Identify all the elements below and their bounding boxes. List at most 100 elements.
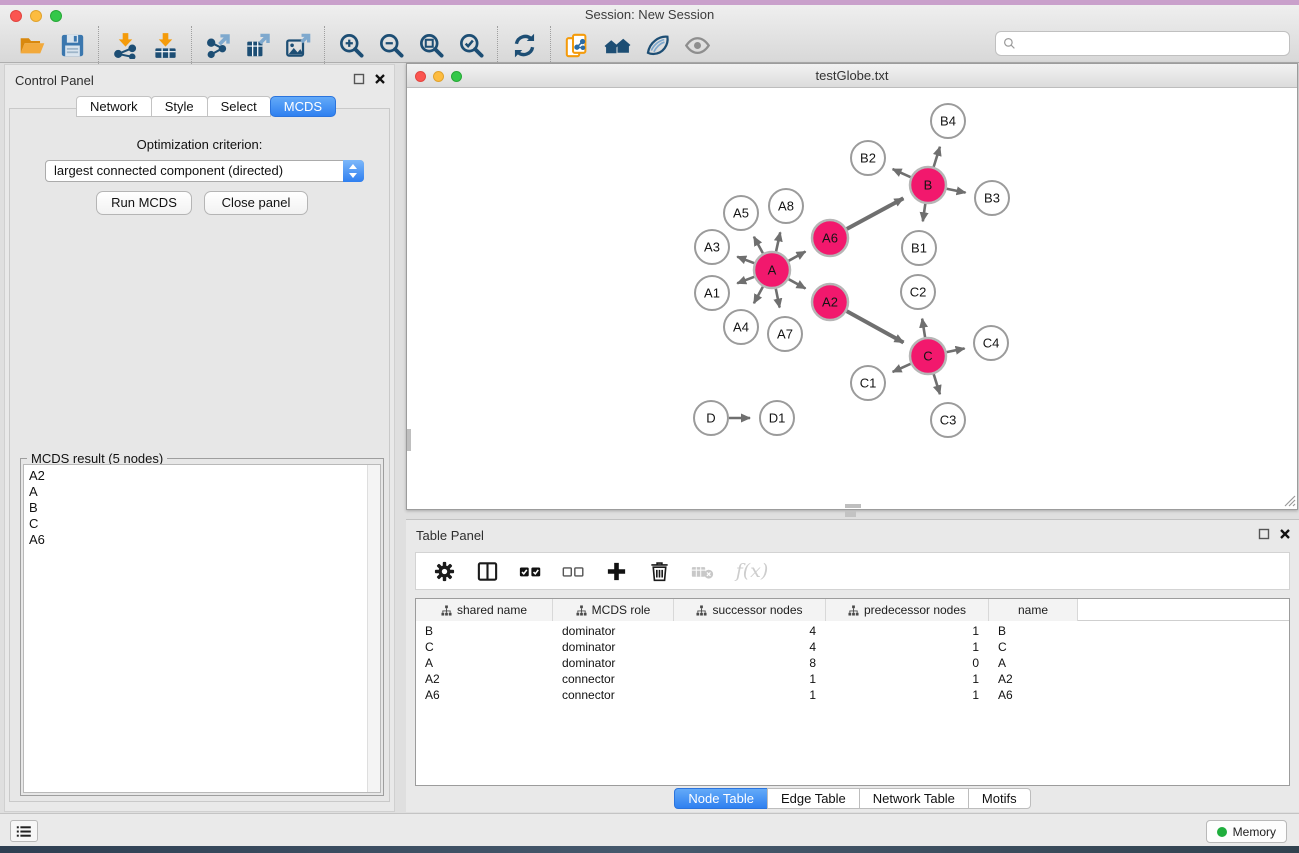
tab-motifs[interactable]: Motifs [968, 788, 1031, 809]
home-icon[interactable] [597, 28, 637, 62]
column-header-mcds-role[interactable]: MCDS role [553, 599, 674, 621]
resize-grip-icon[interactable] [1282, 493, 1296, 507]
column-browser-icon[interactable] [473, 557, 501, 585]
table-cell[interactable]: connector [553, 687, 674, 703]
float-panel-icon[interactable] [353, 73, 365, 88]
edge-C-C1[interactable] [893, 364, 911, 372]
zoom-in-icon[interactable] [331, 28, 371, 62]
edge-A2-C[interactable] [847, 311, 904, 342]
edge-A-A4[interactable] [754, 287, 763, 304]
search-field[interactable] [995, 31, 1290, 56]
table-cell[interactable]: C [989, 639, 1078, 655]
table-cell[interactable]: dominator [553, 639, 674, 655]
column-header-predecessor-nodes[interactable]: predecessor nodes [826, 599, 989, 621]
import-table-icon[interactable] [145, 28, 185, 62]
tab-network[interactable]: Network [76, 96, 152, 117]
table-cell[interactable]: A [416, 655, 553, 671]
result-list-scrollbar[interactable] [367, 465, 380, 792]
close-table-panel-icon[interactable] [1279, 528, 1291, 543]
settings-gear-icon[interactable] [430, 557, 458, 585]
result-item[interactable]: A6 [24, 532, 380, 548]
save-session-icon[interactable] [52, 28, 92, 62]
close-panel-icon[interactable] [374, 73, 386, 88]
refresh-icon[interactable] [504, 28, 544, 62]
edge-C-C3[interactable] [934, 374, 940, 394]
table-cell[interactable]: B [989, 623, 1078, 639]
birds-eye-view-icon[interactable] [677, 28, 717, 62]
table-cell[interactable]: 1 [826, 623, 989, 639]
table-cell[interactable]: A [989, 655, 1078, 671]
edge-A-A5[interactable] [754, 237, 763, 254]
export-table-icon[interactable] [238, 28, 278, 62]
hide-graphics-details-icon[interactable] [637, 28, 677, 62]
table-cell[interactable]: dominator [553, 655, 674, 671]
edge-C-C4[interactable] [947, 348, 965, 352]
criterion-select[interactable]: largest connected component (directed) [45, 160, 364, 182]
float-table-panel-icon[interactable] [1258, 528, 1270, 543]
mcds-result-list[interactable]: A2ABCA6 [23, 464, 381, 793]
edge-C-C2[interactable] [922, 319, 925, 338]
edge-A-A3[interactable] [737, 257, 754, 264]
table-cell[interactable]: A2 [416, 671, 553, 687]
table-cell[interactable]: 4 [674, 639, 826, 655]
tab-edge-table[interactable]: Edge Table [767, 788, 860, 809]
tab-select[interactable]: Select [207, 96, 271, 117]
result-item[interactable]: A [24, 484, 380, 500]
result-item[interactable]: A2 [24, 468, 380, 484]
table-row[interactable]: Adominator80A [416, 655, 1289, 671]
edge-B-B1[interactable] [923, 204, 925, 221]
network-window-titlebar[interactable]: testGlobe.txt [407, 64, 1297, 88]
search-input[interactable] [1017, 34, 1289, 54]
select-all-icon[interactable] [516, 557, 544, 585]
table-cell[interactable]: dominator [553, 623, 674, 639]
table-row[interactable]: Bdominator41B [416, 623, 1289, 639]
result-item[interactable]: C [24, 516, 380, 532]
close-panel-button[interactable]: Close panel [204, 191, 308, 215]
edge-A-A7[interactable] [776, 289, 780, 308]
export-network-icon[interactable] [198, 28, 238, 62]
edge-A-A2[interactable] [789, 279, 806, 288]
zoom-out-icon[interactable] [371, 28, 411, 62]
canvas-vertical-scrollbar[interactable] [407, 429, 411, 451]
table-cell[interactable]: A6 [989, 687, 1078, 703]
network-canvas[interactable]: B4B2BB3A8A5A6A3B1AC2A1A2A4A7C4CC1C3DD1 [407, 89, 1297, 508]
zoom-selected-icon[interactable] [451, 28, 491, 62]
panel-splitter-handle[interactable] [845, 511, 856, 517]
zoom-fit-icon[interactable] [411, 28, 451, 62]
table-cell[interactable]: 4 [674, 623, 826, 639]
automation-menu-button[interactable] [10, 820, 38, 842]
run-mcds-button[interactable]: Run MCDS [96, 191, 192, 215]
canvas-horizontal-scrollbar[interactable] [845, 504, 861, 508]
table-cell[interactable]: A2 [989, 671, 1078, 687]
delete-column-icon[interactable] [645, 557, 673, 585]
edge-B-B2[interactable] [893, 169, 911, 177]
table-cell[interactable]: 1 [826, 671, 989, 687]
table-cell[interactable]: 1 [826, 687, 989, 703]
table-cell[interactable]: B [416, 623, 553, 639]
table-row[interactable]: A6connector11A6 [416, 687, 1289, 703]
open-file-icon[interactable] [12, 28, 52, 62]
select-stepper-icon[interactable] [343, 160, 364, 182]
table-row[interactable]: A2connector11A2 [416, 671, 1289, 687]
table-cell[interactable]: C [416, 639, 553, 655]
tab-style[interactable]: Style [151, 96, 208, 117]
table-cell[interactable]: 1 [674, 687, 826, 703]
deselect-all-icon[interactable] [559, 557, 587, 585]
table-cell[interactable]: 1 [826, 639, 989, 655]
table-cell[interactable]: 1 [674, 671, 826, 687]
edge-A-A1[interactable] [737, 277, 754, 284]
table-cell[interactable]: connector [553, 671, 674, 687]
column-header-successor-nodes[interactable]: successor nodes [674, 599, 826, 621]
network-graph[interactable]: B4B2BB3A8A5A6A3B1AC2A1A2A4A7C4CC1C3DD1 [407, 89, 1297, 508]
edge-A-A8[interactable] [776, 232, 780, 251]
edge-A6-B[interactable] [847, 198, 904, 229]
add-column-icon[interactable] [602, 557, 630, 585]
result-item[interactable]: B [24, 500, 380, 516]
table-cell[interactable]: 8 [674, 655, 826, 671]
import-network-icon[interactable] [105, 28, 145, 62]
table-row[interactable]: Cdominator41C [416, 639, 1289, 655]
export-image-icon[interactable] [278, 28, 318, 62]
table-cell[interactable]: A6 [416, 687, 553, 703]
tab-network-table[interactable]: Network Table [859, 788, 969, 809]
edge-A-A6[interactable] [789, 252, 806, 261]
